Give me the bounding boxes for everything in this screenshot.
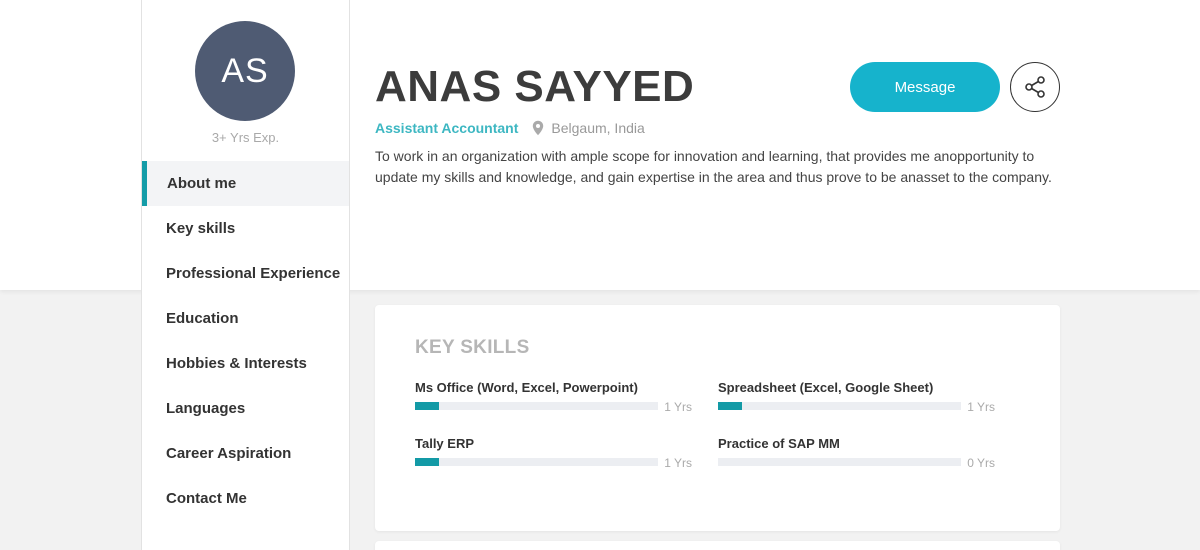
sidebar-nav: About me Key skills Professional Experie… xyxy=(142,161,349,521)
sidebar-item-education[interactable]: Education xyxy=(142,296,349,341)
skill-level-bar xyxy=(415,402,440,410)
sidebar-item-contact-me[interactable]: Contact Me xyxy=(142,476,349,521)
sidebar-item-career-aspiration[interactable]: Career Aspiration xyxy=(142,431,349,476)
skill-track xyxy=(415,402,658,410)
skill-item: Ms Office (Word, Excel, Powerpoint) 1 Yr… xyxy=(415,380,692,420)
skill-item: Practice of SAP MM 0 Yrs xyxy=(718,436,995,476)
share-icon xyxy=(1025,76,1045,98)
skill-name: Tally ERP xyxy=(415,436,475,451)
skill-name: Spreadsheet (Excel, Google Sheet) xyxy=(718,380,934,395)
sidebar: AS 3+ Yrs Exp. About me Key skills Profe… xyxy=(141,0,350,550)
skill-track xyxy=(718,402,961,410)
job-title: Assistant Accountant xyxy=(375,120,519,136)
sidebar-item-hobbies-interests[interactable]: Hobbies & Interests xyxy=(142,341,349,386)
avatar-initials: AS xyxy=(221,51,269,90)
sidebar-item-professional-experience[interactable]: Professional Experience xyxy=(142,251,349,296)
avatar: AS xyxy=(195,21,295,121)
next-section-card xyxy=(375,541,1060,550)
key-skills-title: KEY SKILLS xyxy=(415,337,530,358)
skill-level-bar xyxy=(415,458,440,466)
sidebar-item-key-skills[interactable]: Key skills xyxy=(142,206,349,251)
skill-years: 0 Yrs xyxy=(967,456,995,470)
skill-years: 1 Yrs xyxy=(664,400,692,414)
skill-name: Practice of SAP MM xyxy=(718,436,840,451)
skill-level-bar xyxy=(718,402,743,410)
profile-name: ANAS SAYYED xyxy=(375,62,695,111)
skill-years: 1 Yrs xyxy=(967,400,995,414)
profile-bio: To work in an organization with ample sc… xyxy=(375,148,1052,185)
key-skills-card: KEY SKILLS Ms Office (Word, Excel, Power… xyxy=(375,305,1060,531)
skill-name: Ms Office (Word, Excel, Powerpoint) xyxy=(415,380,638,395)
share-button[interactable] xyxy=(1010,62,1060,112)
skill-track xyxy=(415,458,658,466)
sidebar-item-about-me[interactable]: About me xyxy=(142,161,349,206)
skill-track xyxy=(718,458,961,466)
skill-item: Tally ERP 1 Yrs xyxy=(415,436,692,476)
skill-years: 1 Yrs xyxy=(664,456,692,470)
sidebar-item-languages[interactable]: Languages xyxy=(142,386,349,431)
message-button[interactable]: Message xyxy=(850,62,1000,112)
skill-item: Spreadsheet (Excel, Google Sheet) 1 Yrs xyxy=(718,380,995,420)
experience-label: 3+ Yrs Exp. xyxy=(211,130,280,145)
location: Belgaum, India xyxy=(551,120,645,136)
profile-meta: Assistant Accountant Belgaum, India xyxy=(375,120,645,136)
map-pin-icon xyxy=(532,120,544,136)
